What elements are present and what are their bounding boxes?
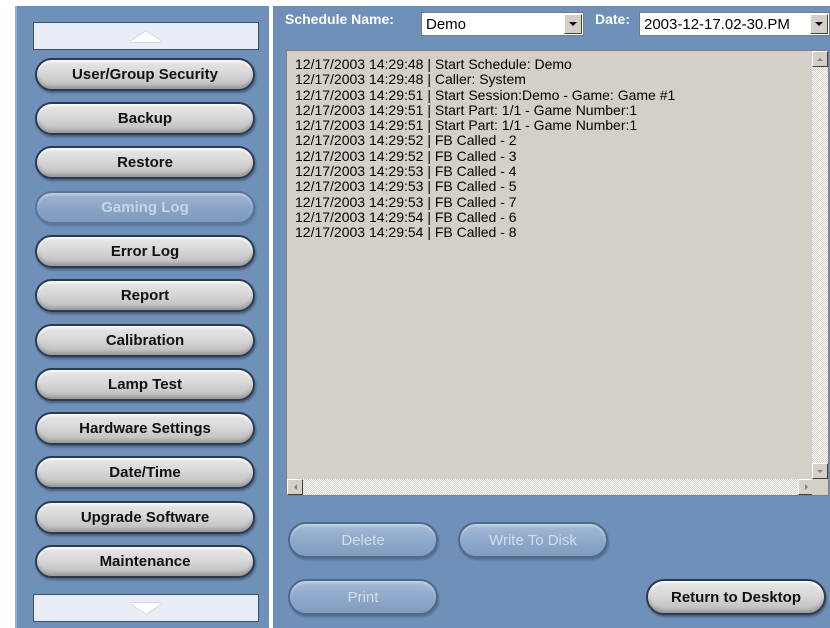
sidebar-item-label: Upgrade Software [80,509,210,526]
sidebar-item-calibration[interactable]: Calibration [35,324,255,357]
log-lines: 12/17/2003 14:29:48 | Start Schedule: De… [295,56,806,241]
scroll-left-arrow-icon[interactable] [287,479,303,495]
main-panel: Schedule Name: Demo Date: 2003-12-17.02-… [273,6,830,628]
sidebar-item-error-log[interactable]: Error Log [35,235,255,268]
sidebar-item-label: Date/Time [109,464,181,481]
scrollbar-corner [812,479,828,495]
chevron-down-icon[interactable] [564,14,582,34]
log-entry: 12/17/2003 14:29:52 | FB Called - 2 [295,132,517,149]
log-list[interactable]: 12/17/2003 14:29:48 | Start Schedule: De… [286,50,829,496]
sidebar-item-maintenance[interactable]: Maintenance [35,545,255,578]
sidebar-item-label: Hardware Settings [79,420,211,437]
date-value: 2003-12-17.02-30.PM [644,16,790,33]
log-entry: 12/17/2003 14:29:48 | Start Schedule: De… [295,56,572,72]
triangle-up-icon [130,30,162,42]
triangle-down-icon [130,602,162,614]
sidebar-item-label: Lamp Test [108,376,182,393]
sidebar-item-upgrade-software[interactable]: Upgrade Software [35,501,255,534]
sidebar-item-report[interactable]: Report [35,279,255,312]
write-to-disk-button-label: Write To Disk [489,531,577,549]
log-entry: 12/17/2003 14:29:54 | FB Called - 8 [295,224,517,241]
log-entry: 12/17/2003 14:29:51 | Start Part: 1/1 - … [295,117,638,134]
sidebar-item-label: Error Log [110,243,180,260]
delete-button-label: Delete [341,531,385,549]
schedule-name-select[interactable]: Demo [421,12,584,36]
return-to-desktop-button[interactable]: Return to Desktop [646,579,826,615]
sidebar-item-lamp-test[interactable]: Lamp Test [35,368,255,401]
scroll-up-arrow-icon[interactable] [812,51,828,67]
horizontal-scrollbar[interactable] [287,479,814,495]
schedule-name-value: Demo [426,16,467,33]
sidebar-scroll-up-button[interactable] [33,22,259,50]
print-button: Print [288,579,438,615]
log-entry: 12/17/2003 14:29:53 | FB Called - 5 [295,178,517,195]
sidebar-item-label: Calibration [105,332,185,349]
log-entry: 12/17/2003 14:29:51 | Start Part: 1/1 - … [295,101,638,118]
header-bar: Schedule Name: Demo Date: 2003-12-17.02-… [273,6,830,42]
schedule-name-label: Schedule Name: [285,11,394,27]
sidebar-item-label: User/Group Security [72,66,218,83]
sidebar: User/Group Security Backup Restore Gamin… [15,6,269,628]
sidebar-item-backup[interactable]: Backup [35,102,255,135]
print-button-label: Print [347,588,379,606]
sidebar-item-date-time[interactable]: Date/Time [35,456,255,489]
write-to-disk-button: Write To Disk [458,522,608,558]
sidebar-item-gaming-log: Gaming Log [35,191,255,224]
chevron-down-icon[interactable] [810,14,828,34]
log-entry: 12/17/2003 14:29:48 | Caller: System [295,71,526,88]
date-select[interactable]: 2003-12-17.02-30.PM [639,12,830,36]
sidebar-scroll-down-button[interactable] [33,594,259,622]
log-entry: 12/17/2003 14:29:53 | FB Called - 4 [295,163,517,180]
sidebar-item-label: Gaming Log [101,199,189,216]
sidebar-item-label: Maintenance [99,553,191,570]
sidebar-item-label: Report [120,287,170,304]
scroll-down-arrow-icon[interactable] [812,463,828,479]
log-entry: 12/17/2003 14:29:52 | FB Called - 3 [295,147,517,164]
sidebar-item-user-group-security[interactable]: User/Group Security [35,58,255,91]
date-label: Date: [595,11,631,27]
return-to-desktop-button-label: Return to Desktop [670,588,801,606]
sidebar-item-label: Restore [117,154,173,171]
log-entry: 12/17/2003 14:29:51 | Start Session:Demo… [295,86,676,103]
sidebar-item-restore[interactable]: Restore [35,146,255,179]
delete-button: Delete [288,522,438,558]
log-entry: 12/17/2003 14:29:54 | FB Called - 6 [295,208,517,225]
sidebar-item-label: Backup [117,110,173,127]
log-entry: 12/17/2003 14:29:53 | FB Called - 7 [295,193,517,210]
vertical-scrollbar[interactable] [812,51,828,479]
sidebar-item-hardware-settings[interactable]: Hardware Settings [35,412,255,445]
